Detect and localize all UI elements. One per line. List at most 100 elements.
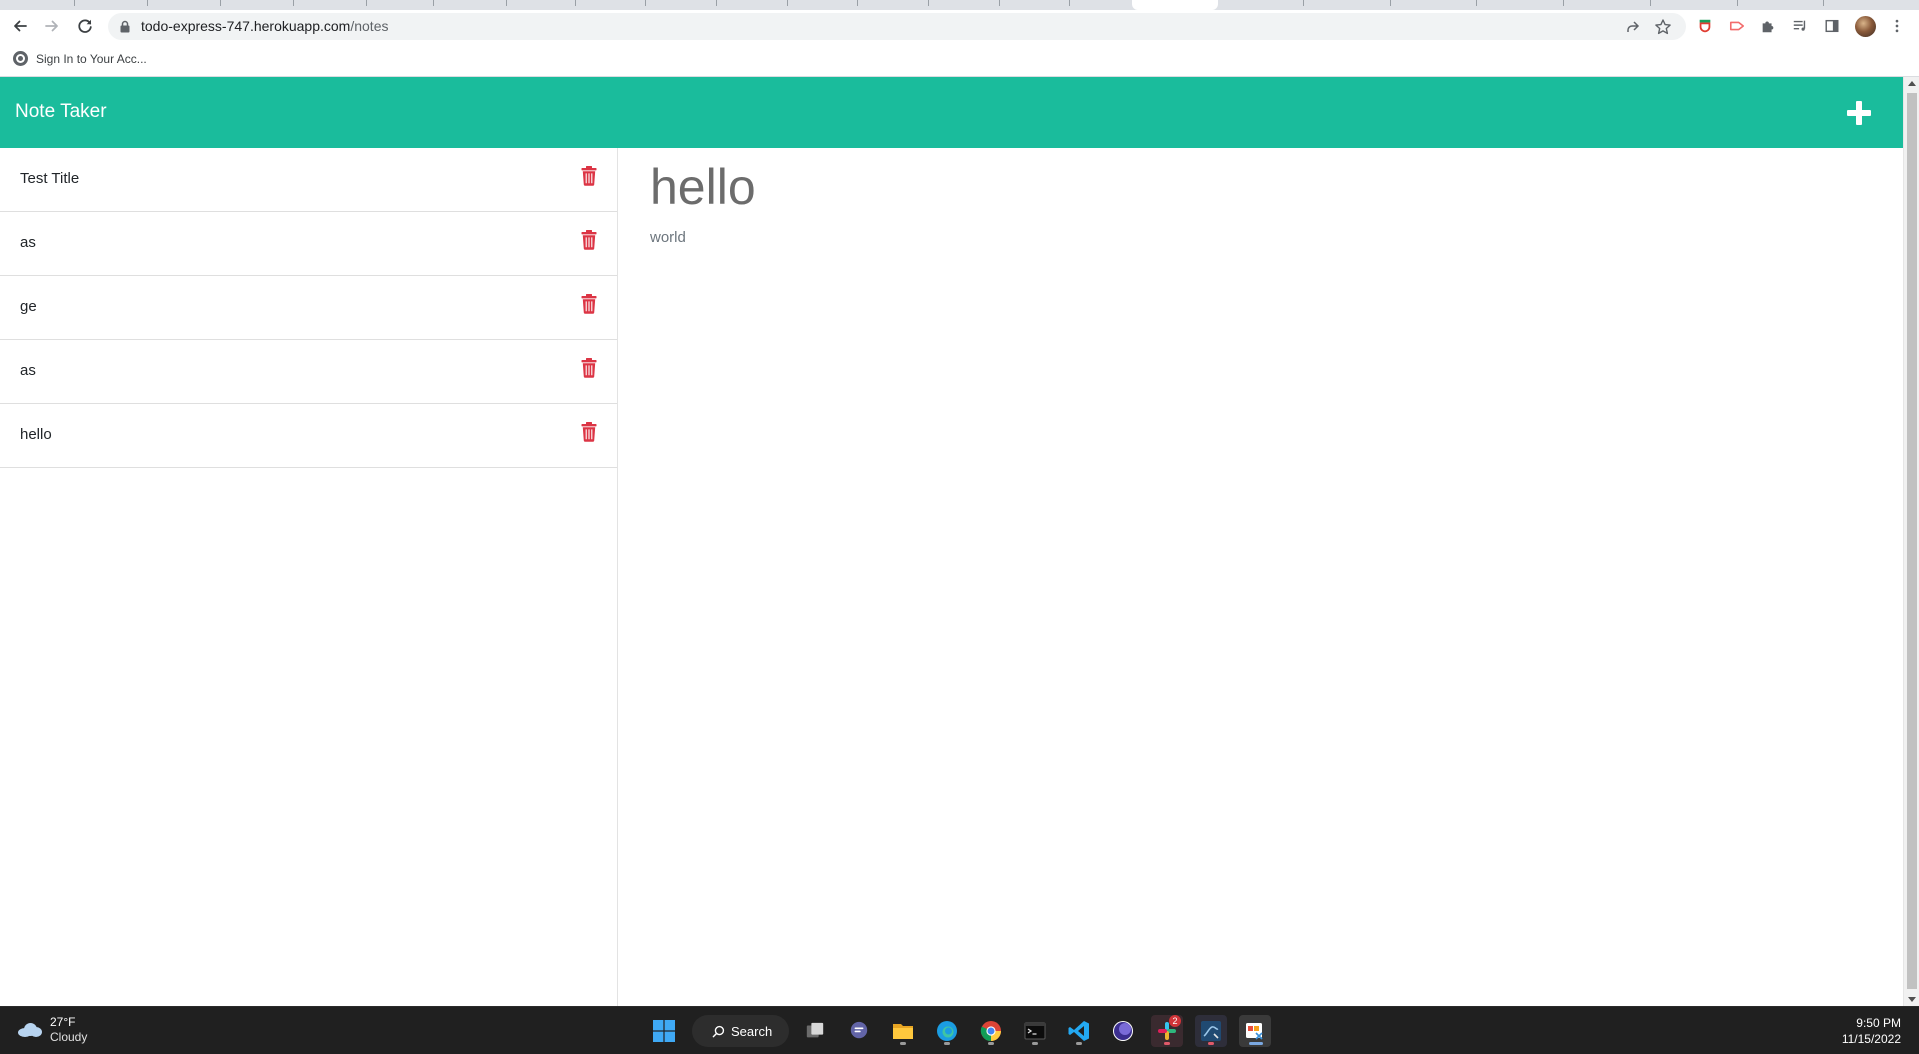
system-clock[interactable]: 9:50 PM 11/15/2022: [1842, 1015, 1901, 1047]
extensions-button[interactable]: [1759, 17, 1777, 35]
side-panel-icon: [1825, 19, 1839, 33]
back-button[interactable]: [8, 14, 32, 38]
windows-taskbar: 27°F Cloudy Search 2 9:50 PM 11/15/2022: [0, 1006, 1919, 1054]
note-title: as: [20, 234, 36, 251]
tab-separator: [857, 0, 858, 6]
notes-list: Test Title as ge as hello: [0, 148, 618, 1006]
tab-separator: [1390, 0, 1391, 6]
bookmarks-bar: Sign In to Your Acc...: [0, 42, 1919, 77]
url-host: todo-express-747.herokuapp.com: [141, 18, 351, 34]
list-item[interactable]: ge: [0, 276, 617, 340]
slack-button[interactable]: 2: [1151, 1015, 1183, 1047]
trash-icon[interactable]: [581, 166, 597, 186]
task-view-button[interactable]: [799, 1015, 831, 1047]
bookmark-sign-in[interactable]: Sign In to Your Acc...: [13, 51, 147, 66]
trash-icon[interactable]: [581, 422, 597, 442]
extension-icon-red[interactable]: [1696, 17, 1714, 35]
browser-menu-button[interactable]: [1888, 17, 1906, 35]
url-text: todo-express-747.herokuapp.com/notes: [141, 18, 388, 34]
profile-avatar[interactable]: [1855, 16, 1876, 37]
snipping-tool-button[interactable]: [1239, 1015, 1271, 1047]
tab-separator: [506, 0, 507, 6]
trash-icon[interactable]: [581, 294, 597, 314]
bookmark-star-icon[interactable]: [1654, 18, 1672, 36]
vscode-icon: [1068, 1021, 1089, 1041]
scroll-thumb[interactable]: [1907, 93, 1917, 989]
forward-button[interactable]: [40, 14, 64, 38]
trash-icon[interactable]: [581, 230, 597, 250]
tab-strip: [0, 0, 1919, 10]
mysql-workbench-button[interactable]: [1195, 1015, 1227, 1047]
search-label: Search: [731, 1023, 773, 1039]
list-item[interactable]: as: [0, 340, 617, 404]
tab-separator: [1303, 0, 1304, 6]
windows-logo-icon: [653, 1020, 675, 1042]
tab-separator: [999, 0, 1000, 6]
task-view-icon: [806, 1022, 824, 1038]
terminal-button[interactable]: [1019, 1015, 1051, 1047]
media-button[interactable]: [1791, 17, 1809, 35]
running-indicator: [1032, 1042, 1038, 1045]
note-title-field[interactable]: hello: [650, 158, 756, 216]
tab-separator: [716, 0, 717, 6]
browser-toolbar: todo-express-747.herokuapp.com/notes: [0, 10, 1919, 42]
back-arrow-icon: [14, 20, 27, 32]
tab-separator: [147, 0, 148, 6]
side-panel-button[interactable]: [1823, 17, 1841, 35]
taskbar-search[interactable]: Search: [692, 1015, 789, 1047]
share-icon[interactable]: [1624, 18, 1642, 36]
tab-separator: [1737, 0, 1738, 6]
tab-separator: [928, 0, 929, 6]
cloud-icon: [18, 1023, 42, 1037]
tab-separator: [293, 0, 294, 6]
edge-button[interactable]: [931, 1015, 963, 1047]
tab-separator: [1823, 0, 1824, 6]
tab-separator: [74, 0, 75, 6]
forward-arrow-icon: [45, 20, 58, 32]
terminal-icon: [1024, 1022, 1046, 1040]
url-path: /notes: [350, 18, 389, 34]
shield-extension-icon: [1699, 19, 1711, 33]
clock-date: 11/15/2022: [1841, 1032, 1901, 1046]
list-item[interactable]: Test Title: [0, 148, 617, 212]
note-title: ge: [20, 298, 37, 315]
new-note-plus-icon[interactable]: [1845, 99, 1873, 127]
reload-button[interactable]: [73, 14, 97, 38]
running-indicator: [1164, 1042, 1170, 1045]
extension-icon-tag[interactable]: [1728, 17, 1746, 35]
list-item[interactable]: as: [0, 212, 617, 276]
running-indicator: [900, 1042, 906, 1045]
kebab-menu-icon: [1895, 19, 1899, 33]
eclipse-app-button[interactable]: [1107, 1015, 1139, 1047]
tag-extension-icon: [1729, 21, 1745, 31]
eclipse-icon: [1113, 1021, 1133, 1041]
weather-widget[interactable]: 27°F Cloudy: [18, 1015, 87, 1045]
running-indicator: [1076, 1042, 1082, 1045]
playlist-icon: [1793, 20, 1806, 31]
note-text-field[interactable]: world: [650, 229, 686, 246]
scroll-up-arrow[interactable]: [1908, 81, 1916, 86]
app-brand[interactable]: Note Taker: [15, 101, 107, 123]
workbench-icon: [1201, 1021, 1221, 1041]
file-explorer-button[interactable]: [887, 1015, 919, 1047]
chrome-button[interactable]: [975, 1015, 1007, 1047]
active-tab[interactable]: [1132, 0, 1218, 10]
teams-chat-button[interactable]: [843, 1015, 875, 1047]
tab-separator: [1069, 0, 1070, 6]
scroll-down-arrow[interactable]: [1908, 997, 1916, 1002]
search-icon: [712, 1025, 725, 1037]
start-button[interactable]: [648, 1015, 680, 1047]
tab-separator: [220, 0, 221, 6]
running-indicator: [988, 1042, 994, 1045]
page-scrollbar[interactable]: [1903, 77, 1919, 1006]
list-item[interactable]: hello: [0, 404, 617, 468]
vscode-button[interactable]: [1063, 1015, 1095, 1047]
address-bar[interactable]: todo-express-747.herokuapp.com/notes: [108, 13, 1686, 40]
note-title: as: [20, 362, 36, 379]
note-editor: hello world: [618, 148, 1903, 1006]
tab-separator: [366, 0, 367, 6]
chrome-icon: [980, 1021, 1001, 1042]
note-title: hello: [20, 426, 52, 443]
running-indicator: [1249, 1042, 1263, 1045]
trash-icon[interactable]: [581, 358, 597, 378]
